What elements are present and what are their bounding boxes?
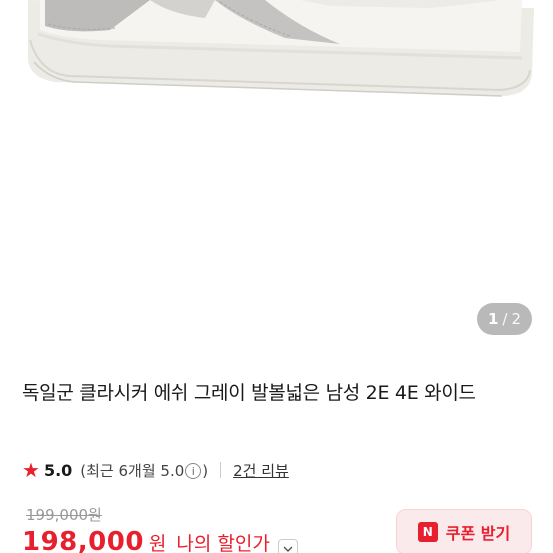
rating-score: 5.0 [43, 460, 73, 480]
recent-rating: (최근 6개월 5.0 i) [80, 460, 208, 481]
divider [220, 462, 222, 478]
image-pager: 1 / 2 [477, 303, 532, 335]
coupon-button[interactable]: N 쿠폰 받기 [396, 509, 532, 553]
pager-total: 2 [511, 310, 522, 328]
rating-row: ★ 5.0 (최근 6개월 5.0 i) 2건 리뷰 [22, 458, 289, 482]
pager-current: 1 [487, 310, 499, 328]
product-title: 독일군 클라시커 에쉬 그레이 발볼넓은 남성 2E 4E 와이드 [22, 382, 476, 404]
original-price: 199,000원 [26, 506, 102, 524]
recent-rating-text: (최근 6개월 5.0 [80, 461, 185, 480]
price-row: 198,000 원 나의 할인가 [22, 527, 298, 553]
chevron-down-icon[interactable] [277, 539, 298, 553]
my-discount-price-label[interactable]: 나의 할인가 [176, 529, 269, 553]
recent-rating-close: ) [202, 461, 209, 480]
currency-label: 원 [148, 533, 167, 553]
sneaker-image [28, 0, 534, 97]
info-icon[interactable]: i [185, 463, 202, 479]
product-image[interactable]: 1 / 2 [0, 0, 553, 352]
coupon-button-label: 쿠폰 받기 [445, 524, 511, 543]
pager-separator: / [502, 310, 508, 328]
sale-price: 198,000 [22, 527, 144, 553]
naver-n-icon: N [417, 522, 438, 542]
star-icon: ★ [22, 458, 40, 482]
review-count-link[interactable]: 2건 리뷰 [233, 460, 289, 481]
